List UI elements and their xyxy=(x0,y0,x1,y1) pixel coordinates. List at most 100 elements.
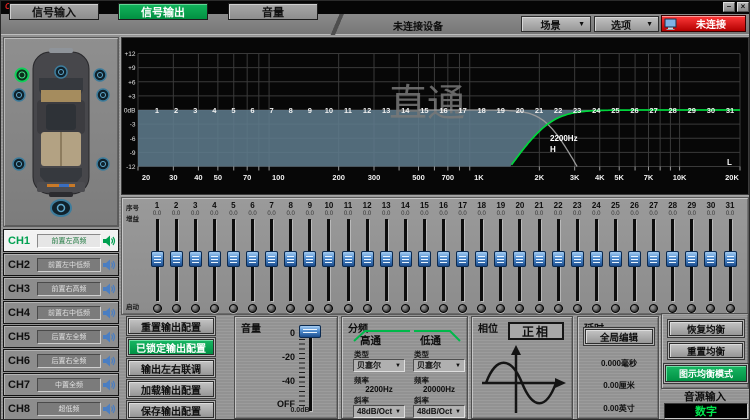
speaker-icon[interactable] xyxy=(102,306,116,320)
eq-band-enable-knob[interactable] xyxy=(420,304,429,313)
eq-fader-handle[interactable] xyxy=(399,251,412,267)
eq-band-enable-knob[interactable] xyxy=(363,304,372,313)
eq-band-slider[interactable] xyxy=(606,219,625,301)
speaker-front-right-mid[interactable] xyxy=(97,89,109,101)
speaker-rear-left[interactable] xyxy=(13,158,25,170)
speaker-icon[interactable] xyxy=(102,330,116,344)
speaker-icon[interactable] xyxy=(102,282,116,296)
reset-output-config-button[interactable]: 重置输出配置 xyxy=(128,318,214,334)
eq-band-enable-knob[interactable] xyxy=(630,304,639,313)
eq-response-graph[interactable]: 直通12345678910111213141516171819202122232… xyxy=(121,37,749,195)
eq-band-slider[interactable] xyxy=(587,219,606,301)
eq-fader-handle[interactable] xyxy=(284,251,297,267)
source-input-display[interactable]: 数字 xyxy=(664,403,748,419)
speaker-front-left-tweeter-selected[interactable] xyxy=(16,69,29,82)
eq-band-enable-knob[interactable] xyxy=(344,304,353,313)
eq-band-enable-knob[interactable] xyxy=(439,304,448,313)
reset-eq-button[interactable]: 重置均衡 xyxy=(669,343,743,358)
eq-band-slider[interactable] xyxy=(205,219,224,301)
channel-row-ch3[interactable]: CH3 前置右高频 xyxy=(3,277,119,300)
channel-row-ch1[interactable]: CH1 前置左高频 xyxy=(3,229,119,252)
eq-band-enable-knob[interactable] xyxy=(267,304,276,313)
eq-band-enable-knob[interactable] xyxy=(592,304,601,313)
eq-fader-handle[interactable] xyxy=(189,251,202,267)
phase-mode-button[interactable]: 正相 xyxy=(508,322,564,340)
eq-band-slider[interactable] xyxy=(644,219,663,301)
delay-cm-value[interactable]: 0.00厘米 xyxy=(578,380,660,391)
eq-band-slider[interactable] xyxy=(682,219,701,301)
eq-band-slider[interactable] xyxy=(491,219,510,301)
eq-band-enable-knob[interactable] xyxy=(191,304,200,313)
eq-band-enable-knob[interactable] xyxy=(286,304,295,313)
eq-band-slider[interactable] xyxy=(549,219,568,301)
eq-fader-handle[interactable] xyxy=(418,251,431,267)
eq-band-slider[interactable] xyxy=(510,219,529,301)
hp-slope-select[interactable]: 48dB/Oct▼ xyxy=(353,405,405,418)
lock-output-config-button[interactable]: 已锁定输出配置 xyxy=(128,339,214,355)
eq-band-enable-knob[interactable] xyxy=(324,304,333,313)
eq-band-enable-knob[interactable] xyxy=(649,304,658,313)
tab-signal-output[interactable]: 信号输出 xyxy=(118,3,208,20)
eq-band-slider[interactable] xyxy=(568,219,587,301)
eq-fader-handle[interactable] xyxy=(552,251,565,267)
graphic-eq-mode-button[interactable]: 图示均衡模式 xyxy=(665,365,747,382)
save-output-config-button[interactable]: 保存输出配置 xyxy=(128,402,214,418)
volume-slider-handle[interactable] xyxy=(299,325,321,338)
options-dropdown[interactable]: 选项 ▼ xyxy=(594,16,659,32)
volume-slider-track[interactable] xyxy=(309,331,312,411)
speaker-rear-right[interactable] xyxy=(97,158,109,170)
delay-inch-value[interactable]: 0.00英寸 xyxy=(578,403,660,414)
eq-fader-handle[interactable] xyxy=(628,251,641,267)
eq-band-enable-knob[interactable] xyxy=(229,304,238,313)
eq-band-slider[interactable] xyxy=(243,219,262,301)
eq-fader-handle[interactable] xyxy=(494,251,507,267)
channel-row-ch6[interactable]: CH6 后置右全频 xyxy=(3,349,119,372)
delay-ms-value[interactable]: 0.000毫秒 xyxy=(578,358,660,369)
eq-band-enable-knob[interactable] xyxy=(668,304,677,313)
lp-freq-value[interactable]: 20000Hz xyxy=(413,385,465,394)
eq-fader-handle[interactable] xyxy=(303,251,316,267)
eq-fader-handle[interactable] xyxy=(456,251,469,267)
eq-fader-handle[interactable] xyxy=(475,251,488,267)
channel-row-ch2[interactable]: CH2 前置左中低频 xyxy=(3,253,119,276)
eq-band-enable-knob[interactable] xyxy=(535,304,544,313)
eq-band-enable-knob[interactable] xyxy=(554,304,563,313)
eq-fader-handle[interactable] xyxy=(609,251,622,267)
eq-band-enable-knob[interactable] xyxy=(515,304,524,313)
lp-type-select[interactable]: 贝塞尔▼ xyxy=(413,359,465,372)
eq-fader-handle[interactable] xyxy=(227,251,240,267)
speaker-icon[interactable] xyxy=(102,402,116,416)
link-lr-output-button[interactable]: 输出左右联调 xyxy=(128,360,214,376)
speaker-front-left-mid[interactable] xyxy=(13,89,25,101)
eq-band-enable-knob[interactable] xyxy=(477,304,486,313)
channel-row-ch7[interactable]: CH7 中置全频 xyxy=(3,373,119,396)
eq-band-slider[interactable] xyxy=(721,219,740,301)
eq-fader-handle[interactable] xyxy=(571,251,584,267)
close-button[interactable]: × xyxy=(737,2,749,12)
hp-type-select[interactable]: 贝塞尔▼ xyxy=(353,359,405,372)
eq-band-slider[interactable] xyxy=(167,219,186,301)
channel-row-ch8[interactable]: CH8 超低频 xyxy=(3,397,119,420)
eq-fader-handle[interactable] xyxy=(590,251,603,267)
eq-fader-handle[interactable] xyxy=(685,251,698,267)
lp-slope-select[interactable]: 48dB/Oct▼ xyxy=(413,405,465,418)
eq-band-slider[interactable] xyxy=(396,219,415,301)
eq-band-slider[interactable] xyxy=(300,219,319,301)
channel-row-ch5[interactable]: CH5 后置左全频 xyxy=(3,325,119,348)
eq-band-slider[interactable] xyxy=(148,219,167,301)
eq-band-enable-knob[interactable] xyxy=(611,304,620,313)
speaker-icon[interactable] xyxy=(102,378,116,392)
restore-eq-button[interactable]: 恢复均衡 xyxy=(669,321,743,336)
eq-band-slider[interactable] xyxy=(339,219,358,301)
eq-fader-handle[interactable] xyxy=(246,251,259,267)
speaker-front-right-tweeter[interactable] xyxy=(94,69,106,81)
eq-band-slider[interactable] xyxy=(415,219,434,301)
eq-band-enable-knob[interactable] xyxy=(726,304,735,313)
eq-band-slider[interactable] xyxy=(281,219,300,301)
eq-band-slider[interactable] xyxy=(663,219,682,301)
eq-band-enable-knob[interactable] xyxy=(382,304,391,313)
eq-fader-handle[interactable] xyxy=(513,251,526,267)
eq-fader-handle[interactable] xyxy=(322,251,335,267)
eq-band-slider[interactable] xyxy=(319,219,338,301)
eq-fader-handle[interactable] xyxy=(170,251,183,267)
